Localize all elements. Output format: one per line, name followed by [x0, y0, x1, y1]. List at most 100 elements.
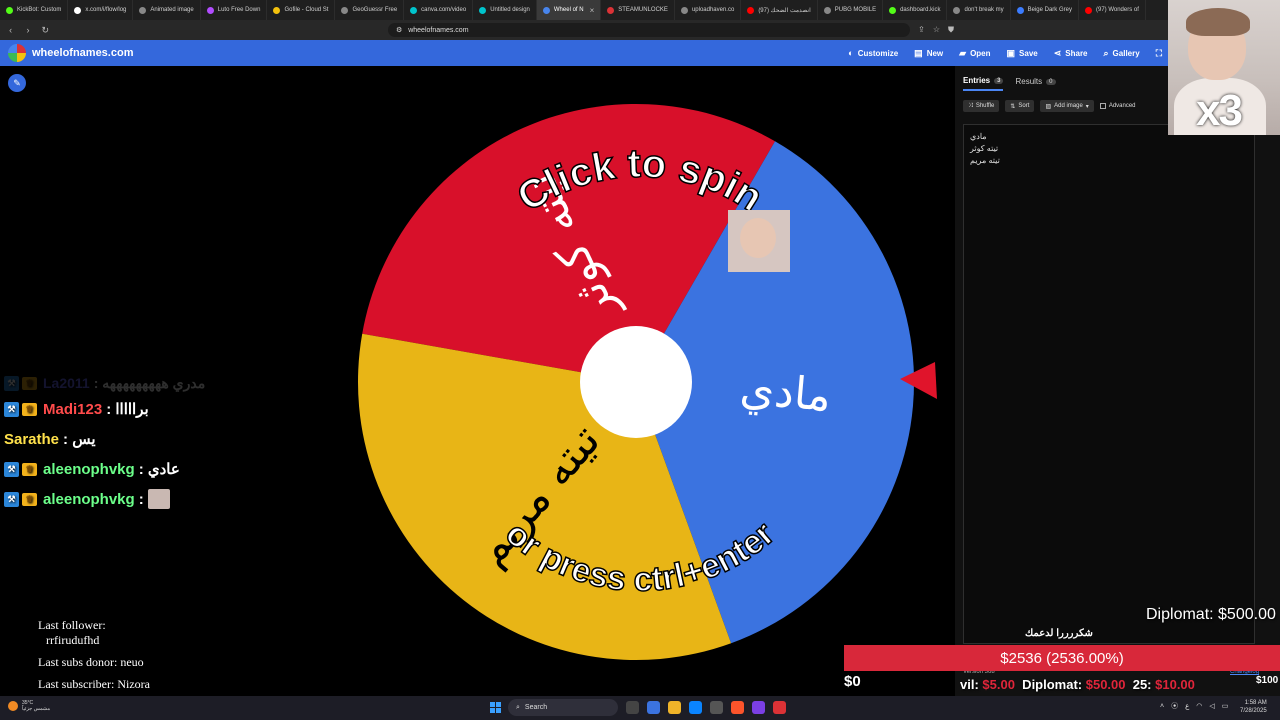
menu-share-button[interactable]: ⋖ Share: [1054, 48, 1088, 59]
browser-tab[interactable]: don't break my: [947, 0, 1011, 20]
goal-start-value: $0: [844, 673, 861, 690]
folder-icon: ▰: [959, 47, 967, 58]
volume-icon[interactable]: ◁: [1209, 702, 1214, 710]
wheel-center-hub[interactable]: [580, 326, 692, 438]
edge-icon[interactable]: [689, 701, 702, 714]
menu-save-button[interactable]: ▣ Save: [1007, 48, 1038, 59]
top-donation-text: Diplomat: $500.00: [1146, 606, 1276, 623]
tab-count-badge: 0: [1046, 78, 1056, 85]
taskbar-clock[interactable]: 1:58 AM 7/28/2025: [1240, 699, 1267, 715]
browser-tab[interactable]: Luto Free Down: [201, 0, 268, 20]
weather-widget[interactable]: 35°C مشمس جزئياً: [8, 700, 50, 712]
browser-tab[interactable]: GeoGuessr Free: [335, 0, 405, 20]
forward-icon[interactable]: ›: [23, 25, 32, 35]
discord-icon[interactable]: [752, 701, 765, 714]
system-tray: ˄ ⦿ ع ◠ ◁ ▭: [1160, 701, 1228, 711]
browser-tab[interactable]: Wheel of N ×: [536, 0, 602, 20]
battery-icon[interactable]: ▭: [1222, 702, 1229, 710]
chat-badge-icon: ⚒: [4, 375, 19, 391]
chat-username: La2011: [43, 375, 90, 391]
tab-close-icon[interactable]: ×: [590, 6, 595, 15]
share-page-icon[interactable]: ⇪: [918, 25, 925, 35]
browser-tab[interactable]: Beige Dark Grey: [1011, 0, 1079, 20]
chat-emote-image: [147, 489, 170, 509]
browser-tab[interactable]: canva.com/video: [404, 0, 474, 20]
browser-tab[interactable]: dashboard.kick: [883, 0, 948, 20]
tab-label: (97) Wonders of: [1095, 7, 1139, 13]
browser-tab[interactable]: KickBot: Custom: [0, 0, 69, 20]
tab-entries[interactable]: Entries 3: [963, 76, 1004, 91]
chat-overlay: ⚒ ♛ La2011: مدري هههههههههه ⚒ ♛ Madi123: براا…: [4, 372, 304, 514]
taskbar-apps: [626, 701, 786, 714]
tab-count-badge: 3: [994, 77, 1004, 84]
advanced-label: Advanced: [1108, 103, 1136, 109]
ticker-part: $50.00: [1085, 677, 1126, 692]
browser-tab[interactable]: (97) انصدمت الضحك: [741, 0, 818, 20]
browser-tab[interactable]: PUBG MOBILE: [818, 0, 884, 20]
file-explorer-icon[interactable]: [668, 701, 681, 714]
chrome-icon[interactable]: [773, 701, 786, 714]
browser-tab[interactable]: Untitled design: [473, 0, 537, 20]
sort-label: Sort: [1018, 103, 1030, 109]
site-title[interactable]: wheelofnames.com: [32, 47, 133, 59]
brave-icon[interactable]: [731, 701, 744, 714]
menu-new-button[interactable]: ▤ New: [914, 48, 943, 59]
menu-customize-button[interactable]: ◐ Customize: [848, 48, 898, 59]
browser-tab[interactable]: Animated image: [133, 0, 201, 20]
chat-message: ⚒ ♛ La2011: مدري هههههههههه: [4, 372, 304, 394]
menu-open-button[interactable]: ▰ Open: [959, 48, 990, 59]
browser-tab[interactable]: (97) Wonders of: [1079, 0, 1146, 20]
fullscreen-icon[interactable]: ⛶: [1156, 48, 1162, 59]
url-bar[interactable]: ⚙ wheelofnames.com: [387, 23, 911, 37]
tab-favicon-icon: [607, 6, 615, 14]
browser-tab[interactable]: uploadhaven.co: [675, 0, 742, 20]
reload-icon[interactable]: ↻: [41, 25, 50, 36]
browser-tab[interactable]: x.com/i/flow/log: [68, 0, 134, 20]
entries-toolbar: ⤨ Shuffle ⇅ Sort ▨ Add image ▾ Advanced: [963, 100, 1136, 112]
file-icon: ▤: [914, 47, 923, 58]
entries-textbox[interactable]: مادي تيته كوثر تيته مريم: [963, 124, 1255, 644]
tab-label: STEAMUNLOCKE: [618, 7, 668, 13]
wifi-icon[interactable]: ◠: [1196, 702, 1202, 710]
tab-favicon-icon: [1084, 6, 1092, 14]
add-image-dropdown[interactable]: ▨ Add image ▾: [1040, 100, 1094, 112]
back-icon[interactable]: ‹: [6, 25, 15, 35]
chat-separator: :: [63, 430, 73, 448]
chat-message: ⚒ ♛ aleenophvkg: عادي: [4, 454, 304, 484]
advanced-checkbox[interactable]: [1099, 103, 1106, 109]
crown-badge-icon: ♛: [22, 462, 37, 476]
chat-username: aleenophvkg: [43, 490, 135, 508]
tab-label: Entries: [963, 76, 991, 85]
shuffle-button[interactable]: ⤨ Shuffle: [963, 100, 1000, 112]
tab-label: uploadhaven.co: [691, 7, 735, 13]
wheel-logo-icon[interactable]: [8, 44, 26, 62]
wheel-segment-label: مادي: [738, 363, 833, 422]
copilot-icon[interactable]: [647, 701, 660, 714]
tab-label: Beige Dark Grey: [1027, 7, 1072, 13]
browser-tab[interactable]: STEAMUNLOCKE: [601, 0, 675, 20]
chat-message: Sarathe: يس: [4, 424, 304, 454]
tray-chevron-up-icon[interactable]: ˄: [1160, 703, 1164, 710]
windows-taskbar: 35°C مشمس جزئياً ⌕ Search ˄ ⦿ ع ◠ ◁ ▭ 1:…: [0, 696, 1280, 720]
wheel-center-image-face: [740, 218, 776, 258]
chevron-down-icon: ▾: [1085, 103, 1089, 110]
sort-button[interactable]: ⇅ Sort: [1005, 100, 1035, 112]
windows-start-icon[interactable]: [490, 702, 501, 713]
menu-label: New: [926, 48, 944, 58]
calculator-icon[interactable]: [710, 701, 723, 714]
shield-icon[interactable]: ⛊: [948, 25, 954, 35]
screen: KickBot: Custom x.com/i/flow/log Animated …: [0, 0, 1280, 720]
site-info-icon[interactable]: ⚙: [396, 26, 402, 34]
browser-tab[interactable]: Gofile - Cloud St: [267, 0, 336, 20]
clock-time: 1:58 AM: [1244, 700, 1267, 706]
microphone-icon[interactable]: ⦿: [1171, 701, 1178, 711]
bookmark-icon[interactable]: ☆: [933, 25, 940, 35]
taskbar-search[interactable]: ⌕ Search: [508, 699, 618, 716]
tab-label: KickBot: Custom: [17, 7, 62, 13]
last-follower-name: rrfirudufhd: [46, 633, 100, 647]
task-view-icon[interactable]: [626, 701, 639, 714]
menu-gallery-button[interactable]: ⌕ Gallery: [1104, 48, 1140, 59]
advanced-toggle[interactable]: Advanced: [1099, 103, 1136, 109]
language-icon[interactable]: ع: [1185, 702, 1189, 710]
tab-results[interactable]: Results 0: [1015, 76, 1056, 91]
